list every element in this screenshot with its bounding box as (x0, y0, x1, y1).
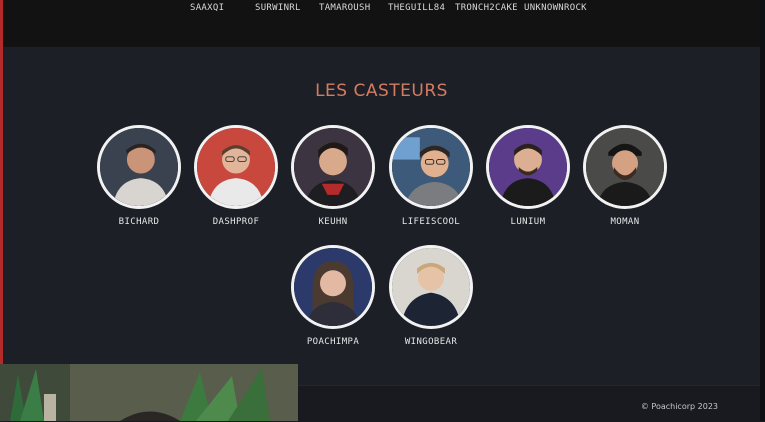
caster-name: KEUHN (318, 217, 348, 227)
avatar[interactable] (97, 125, 181, 209)
caster-name: WINGOBEAR (404, 337, 458, 347)
webcam-feed (0, 364, 298, 421)
window-right-edge (760, 0, 765, 421)
webcam-overlay (0, 364, 298, 421)
avatar[interactable] (389, 125, 473, 209)
caster-name: LIFEISCOOL (401, 217, 461, 227)
avatar[interactable] (486, 125, 570, 209)
player-name[interactable]: SAAXQI (190, 3, 224, 13)
caster-card[interactable]: LUNIUM (483, 125, 573, 227)
player-name[interactable]: UNKNOWNROCK (524, 3, 587, 13)
caster-card[interactable]: BICHARD (94, 125, 184, 227)
player-name[interactable]: SURWINRL (255, 3, 301, 13)
caster-name: MOMAN (610, 217, 640, 227)
caster-photo (392, 248, 470, 326)
caster-name: POACHIMPA (306, 337, 360, 347)
avatar[interactable] (291, 125, 375, 209)
player-name[interactable]: TAMAROUSH (319, 3, 370, 13)
caster-name: LUNIUM (510, 217, 546, 227)
casters-section: LES CASTEURS BICHARD DASHPROF KEUHN LIFE… (3, 47, 760, 385)
copyright-text: © Poachicorp 2023 (640, 402, 718, 411)
players-strip: SAAXQI SURWINRL TAMAROUSH THEGUILL84 TRO… (3, 0, 760, 47)
caster-name: BICHARD (118, 217, 160, 227)
section-title: LES CASTEURS (315, 81, 448, 101)
caster-card[interactable]: MOMAN (580, 125, 670, 227)
caster-card[interactable]: POACHIMPA (288, 245, 378, 347)
avatar[interactable] (194, 125, 278, 209)
caster-photo (100, 128, 178, 206)
caster-name: DASHPROF (212, 217, 260, 227)
player-name[interactable]: TRONCH2CAKE (455, 3, 518, 13)
avatar[interactable] (389, 245, 473, 329)
caster-photo (392, 128, 470, 206)
caster-card[interactable]: WINGOBEAR (386, 245, 476, 347)
players-name-row: SAAXQI SURWINRL TAMAROUSH THEGUILL84 TRO… (3, 3, 760, 17)
caster-photo (294, 128, 372, 206)
caster-photo (294, 248, 372, 326)
caster-photo (489, 128, 567, 206)
caster-photo (197, 128, 275, 206)
caster-photo (586, 128, 664, 206)
avatar[interactable] (291, 245, 375, 329)
caster-card[interactable]: KEUHN (288, 125, 378, 227)
player-name[interactable]: THEGUILL84 (388, 3, 445, 13)
avatar[interactable] (583, 125, 667, 209)
caster-card[interactable]: LIFEISCOOL (386, 125, 476, 227)
caster-card[interactable]: DASHPROF (191, 125, 281, 227)
